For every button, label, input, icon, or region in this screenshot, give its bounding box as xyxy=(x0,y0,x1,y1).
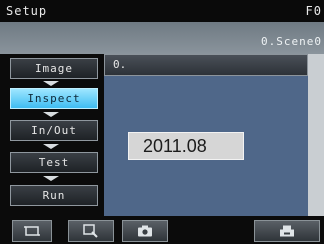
window-title: Setup xyxy=(6,4,48,18)
save-icon xyxy=(280,225,294,237)
bottom-toolbar xyxy=(0,216,324,244)
date-label: 2011.08 xyxy=(128,132,244,160)
zoom-icon xyxy=(83,224,98,238)
controller-screen: Setup F0 0.Scene0 Image Inspect In/Out T… xyxy=(0,0,324,244)
side-menu: Image Inspect In/Out Test Run xyxy=(0,54,104,216)
menu-item-in-out[interactable]: In/Out xyxy=(10,120,98,141)
image-panel: 0. 2011.08 xyxy=(104,54,324,216)
title-bar: Setup F0 xyxy=(0,0,324,22)
save-button[interactable] xyxy=(254,220,320,242)
down-arrow-icon xyxy=(43,112,59,117)
menu-item-test[interactable]: Test xyxy=(10,152,98,173)
scrollbar[interactable] xyxy=(308,54,324,216)
down-arrow-icon xyxy=(43,176,59,181)
capture-button[interactable] xyxy=(122,220,168,242)
scene-bar: 0.Scene0 xyxy=(0,22,324,54)
display-mode-button[interactable] xyxy=(12,220,52,242)
window-title-right: F0 xyxy=(305,4,322,18)
scene-label[interactable]: 0.Scene0 xyxy=(261,35,322,48)
menu-item-run[interactable]: Run xyxy=(10,185,98,206)
zoom-button[interactable] xyxy=(68,220,114,242)
camera-icon xyxy=(138,225,152,237)
down-arrow-icon xyxy=(43,144,59,149)
menu-item-inspect[interactable]: Inspect xyxy=(10,88,98,109)
panel-header[interactable]: 0. xyxy=(104,54,308,76)
menu-item-image[interactable]: Image xyxy=(10,58,98,79)
camera-image[interactable]: 2011.08 xyxy=(104,76,308,216)
display-mode-icon xyxy=(24,226,40,236)
down-arrow-icon xyxy=(43,81,59,86)
